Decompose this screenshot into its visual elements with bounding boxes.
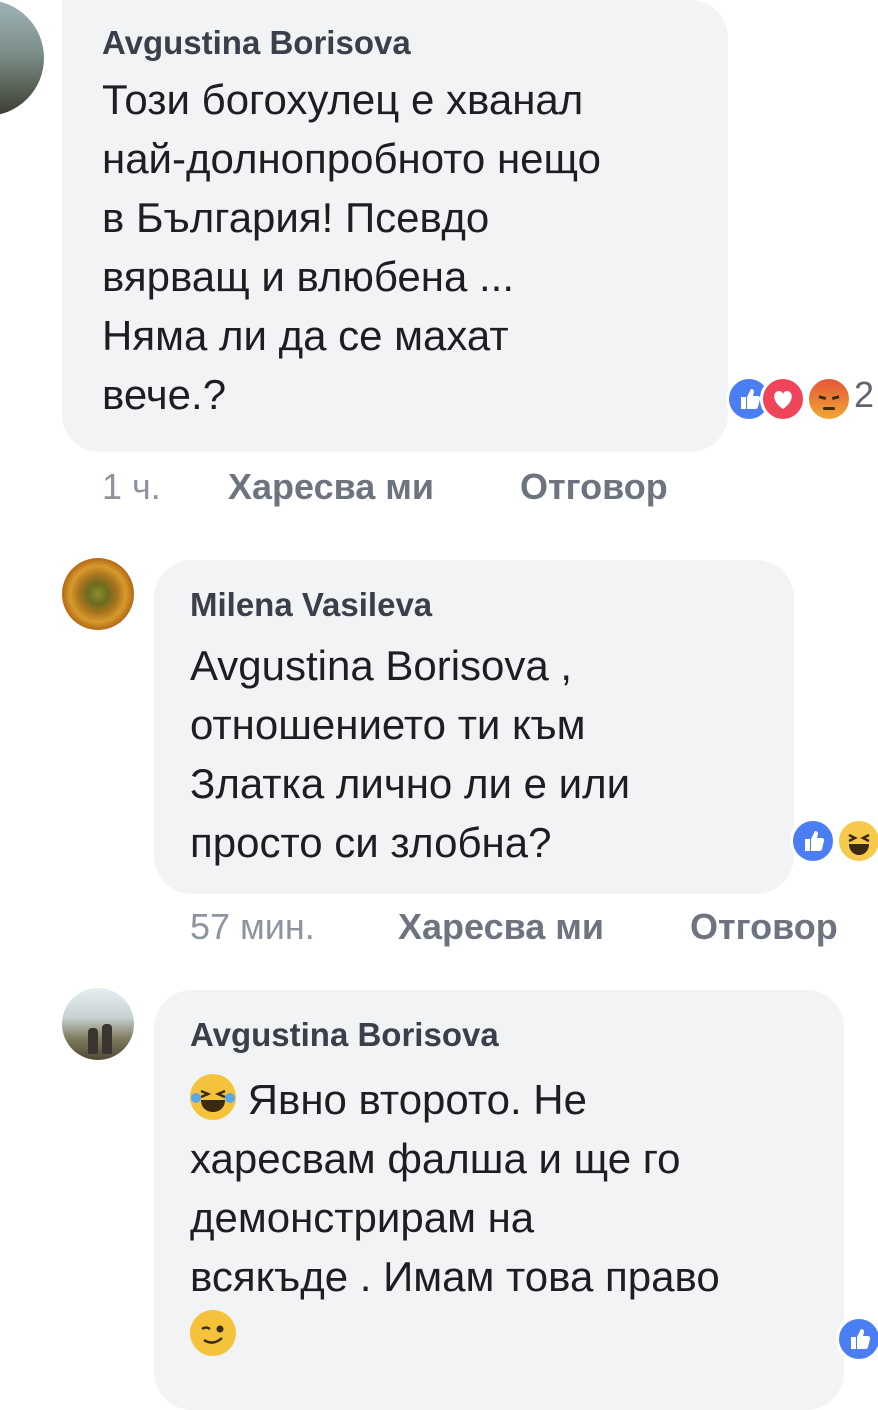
comment-text: Явно второто. Не харесвам фалша и ще го …: [190, 1070, 720, 1365]
reply-button[interactable]: Отговор: [690, 906, 838, 948]
comment-meta: 1 ч. Харесва ми Отговор: [102, 466, 668, 508]
reactions-summary[interactable]: [790, 818, 878, 864]
comment-author[interactable]: Avgustina Borisova: [102, 24, 411, 62]
comment-line: Няма ли да се махат: [102, 312, 509, 359]
comment-line: просто си злобна?: [190, 819, 552, 866]
comment-line-text: Явно второто. Не: [236, 1076, 587, 1123]
comment-line: Явно второто. Не: [190, 1070, 720, 1129]
comment-line: отношението ти към: [190, 701, 586, 748]
comment-line: [190, 1306, 720, 1365]
comment-author[interactable]: Avgustina Borisova: [190, 1016, 499, 1054]
comment-line: Avgustina Borisova ,: [190, 642, 573, 689]
avatar-avgustina-borisova[interactable]: [0, 0, 44, 116]
comment-line: демонстрирам на: [190, 1194, 535, 1241]
comment-text: Avgustina Borisova , отношението ти към …: [190, 636, 630, 872]
comment-meta: 57 мин. Харесва ми Отговор: [190, 906, 838, 948]
like-button[interactable]: Харесва ми: [228, 466, 434, 508]
winking-emoji-icon: [190, 1310, 236, 1356]
comment-line: най-долнопробното нещо: [102, 135, 601, 182]
like-button[interactable]: Харесва ми: [398, 906, 604, 948]
comment-bubble: Avgustina Borisova Явно второто. Не харе…: [154, 990, 844, 1410]
comment-line: вече.?: [102, 371, 227, 418]
comment-line: Този богохулец е хванал: [102, 76, 584, 123]
comment-line: вярващ и влюбена ...: [102, 253, 515, 300]
haha-icon: [836, 818, 878, 864]
comment-line: всякъде . Имам това право: [190, 1253, 720, 1300]
reply-button[interactable]: Отговор: [520, 466, 668, 508]
comment-line: Златка лично ли е или: [190, 760, 631, 807]
love-icon: [760, 376, 806, 422]
like-icon: [790, 818, 836, 864]
comment-text: Този богохулец е хванал най-долнопробнот…: [102, 70, 601, 424]
crying-laughing-emoji-icon: [190, 1074, 236, 1120]
comment-author[interactable]: Milena Vasileva: [190, 586, 432, 624]
avatar-milena-vasileva[interactable]: [62, 558, 134, 630]
comment-time[interactable]: 57 мин.: [190, 906, 315, 947]
comment-line: харесвам фалша и ще го: [190, 1135, 681, 1182]
angry-icon: [806, 376, 852, 422]
avatar-avgustina-borisova[interactable]: [62, 988, 134, 1060]
comment-line: в България! Псевдо: [102, 194, 490, 241]
comment-time[interactable]: 1 ч.: [102, 466, 161, 507]
reactions-summary[interactable]: [836, 1316, 878, 1362]
like-icon: [836, 1316, 878, 1362]
reaction-count: 2: [854, 374, 875, 415]
reactions-summary[interactable]: 2: [726, 374, 878, 422]
comment-bubble: Milena Vasileva Avgustina Borisova , отн…: [154, 560, 794, 894]
comment-bubble: Avgustina Borisova Този богохулец е хван…: [62, 0, 728, 452]
